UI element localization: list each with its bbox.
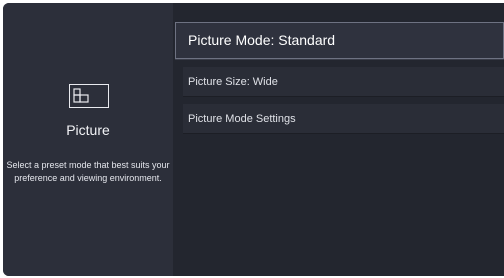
category-title: Picture [66,122,110,138]
category-info-pane: Picture Select a preset mode that best s… [3,3,173,276]
category-description: Select a preset mode that best suits you… [6,160,170,183]
picture-mode-settings-item[interactable]: Picture Mode Settings [183,104,504,134]
picture-size-item[interactable]: Picture Size: Wide [183,67,504,97]
picture-mode-item[interactable]: Picture Mode: Standard [175,22,504,59]
tv-settings-screen: Picture Select a preset mode that best s… [0,0,504,278]
picture-icon [69,84,109,108]
